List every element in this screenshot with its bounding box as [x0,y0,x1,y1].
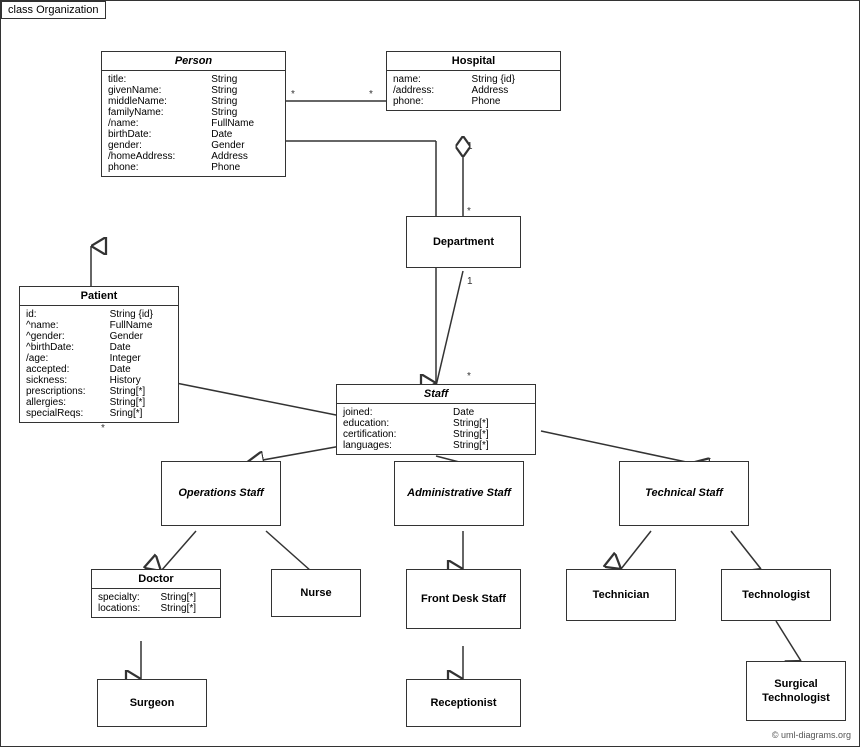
staff-header: Staff [337,385,535,404]
admin-staff-class: Administrative Staff [394,461,524,526]
mult-hospital-person: * [369,89,373,100]
technologist-class: Technologist [721,569,831,621]
doctor-header: Doctor [92,570,220,589]
mult-patient-star: * [101,423,105,434]
department-class: Department [406,216,521,268]
mult-dept-staff-1: 1 [467,276,473,287]
patient-body: id:String {id} ^name:FullName ^gender:Ge… [20,306,178,422]
diagram-container: class Organization [0,0,860,747]
person-class: Person title:String givenName:String mid… [101,51,286,177]
doctor-class: Doctor specialty:String[*] locations:Str… [91,569,221,618]
operations-staff-class: Operations Staff [161,461,281,526]
diagram-title: class Organization [1,1,106,19]
person-header: Person [102,52,285,71]
tech-staff-class: Technical Staff [619,461,749,526]
mult-person-hospital: * [291,89,295,100]
surgeon-class: Surgeon [97,679,207,727]
mult-hospital-dept-1: 1 [467,141,473,152]
doctor-body: specialty:String[*] locations:String[*] [92,589,220,617]
surgical-tech-class: Surgical Technologist [746,661,846,721]
person-body: title:String givenName:String middleName… [102,71,285,176]
copyright: © uml-diagrams.org [772,730,851,740]
hospital-class: Hospital name:String {id} /address:Addre… [386,51,561,111]
staff-body: joined:Date education:String[*] certific… [337,404,535,454]
hospital-body: name:String {id} /address:Address phone:… [387,71,560,110]
patient-class: Patient id:String {id} ^name:FullName ^g… [19,286,179,423]
hospital-header: Hospital [387,52,560,71]
front-desk-class: Front Desk Staff [406,569,521,629]
receptionist-class: Receptionist [406,679,521,727]
staff-class: Staff joined:Date education:String[*] ce… [336,384,536,455]
mult-dept-staff-star: * [467,371,471,382]
nurse-class: Nurse [271,569,361,617]
technician-class: Technician [566,569,676,621]
patient-header: Patient [20,287,178,306]
